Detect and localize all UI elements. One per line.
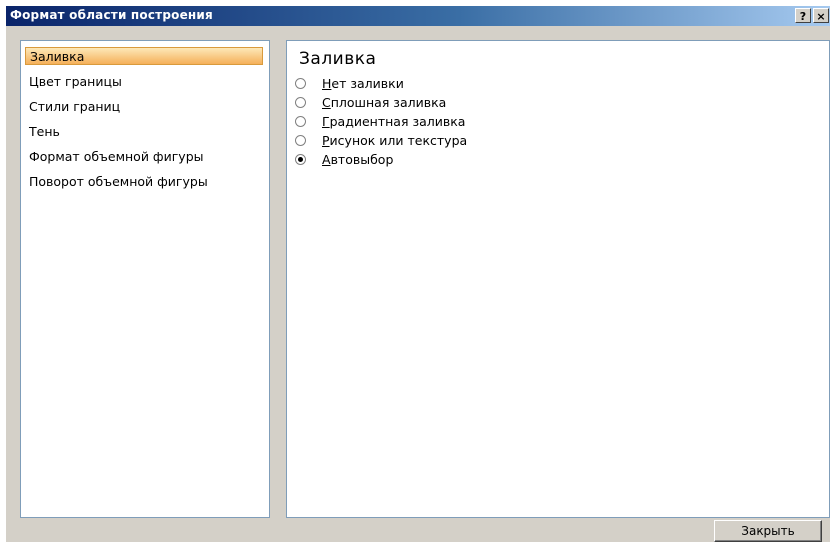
option-no-fill[interactable]: Нет заливки [295, 75, 404, 91]
option-gradient-fill[interactable]: Градиентная заливка [295, 113, 465, 129]
close-button[interactable]: Закрыть [714, 520, 822, 542]
fill-settings-panel: Заливка Нет заливки Сплошная заливка Гра… [286, 40, 830, 518]
sidebar-item-fill[interactable]: Заливка [25, 47, 263, 65]
radio-automatic[interactable] [295, 153, 306, 165]
sidebar-item-shadow[interactable]: Тень [29, 123, 60, 141]
radio-solid-fill[interactable] [295, 96, 306, 108]
section-title: Заливка [299, 49, 377, 69]
option-automatic[interactable]: Автовыбор [295, 151, 393, 167]
option-gradient-fill-label: Градиентная заливка [322, 113, 466, 129]
sidebar-item-border-color[interactable]: Цвет границы [29, 73, 122, 91]
option-solid-fill[interactable]: Сплошная заливка [295, 94, 446, 110]
help-button[interactable]: ? [795, 8, 811, 23]
format-plot-area-dialog: Формат области построения ? × Заливка Цв… [6, 6, 830, 542]
sidebar-item-3d-rotation[interactable]: Поворот объемной фигуры [29, 173, 208, 191]
option-picture-texture[interactable]: Рисунок или текстура [295, 132, 467, 148]
dialog-title: Формат области построения [10, 8, 213, 22]
sidebar-item-3d-format[interactable]: Формат объемной фигуры [29, 148, 204, 166]
sidebar-item-border-styles[interactable]: Стили границ [29, 98, 120, 116]
option-solid-fill-label: Сплошная заливка [322, 94, 447, 110]
close-icon[interactable]: × [813, 8, 829, 23]
option-no-fill-label: Нет заливки [322, 75, 404, 91]
category-list: Заливка Цвет границы Стили границ Тень Ф… [20, 40, 270, 518]
title-bar[interactable]: Формат области построения ? × [6, 6, 830, 26]
radio-no-fill[interactable] [295, 77, 306, 89]
radio-picture-texture[interactable] [295, 134, 306, 146]
radio-gradient-fill[interactable] [295, 115, 306, 127]
option-picture-texture-label: Рисунок или текстура [322, 132, 468, 148]
option-automatic-label: Автовыбор [322, 151, 394, 167]
